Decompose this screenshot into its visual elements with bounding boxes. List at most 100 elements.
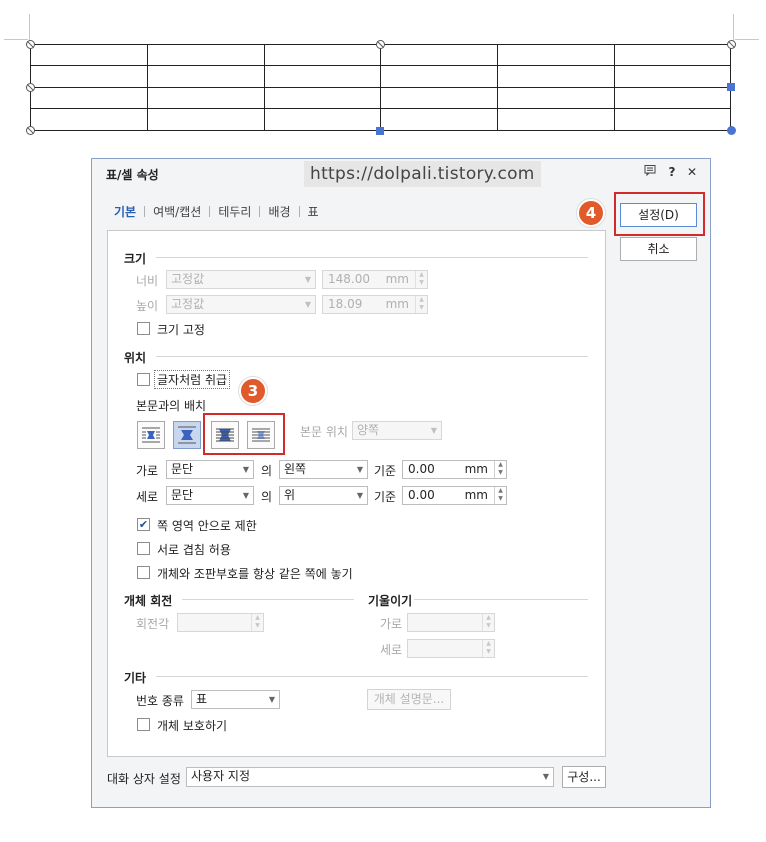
horizontal-ref-value: 문단 [171,462,194,476]
tab-bar: 기본 여백/캡션 테두리 배경 표 [114,203,319,223]
table-handle-top-left[interactable] [26,40,35,49]
size-fix-checkbox[interactable] [137,322,150,335]
size-section-divider [156,257,588,258]
wrap-topbottom-button[interactable] [173,421,201,449]
horizontal-offset-unit: mm [464,462,488,476]
spin-arrows-icon[interactable]: ▲ ▼ [251,614,263,631]
configure-button[interactable]: 구성... [562,766,606,788]
chevron-down-icon: ▼ [242,491,249,500]
skew-vertical-field[interactable]: ▲ ▼ [407,639,495,658]
allow-overlap-checkbox[interactable] [137,542,150,555]
horizontal-align-select[interactable]: 왼쪽 ▼ [279,460,368,479]
dialog-settings-value: 사용자 지정 [191,769,251,783]
margin-guide-right-v [733,14,734,42]
height-value-field[interactable]: 18.09 mm ▲ ▼ [322,295,428,314]
step-badge-4: 4 [577,199,605,227]
dialog-settings-select[interactable]: 사용자 지정 ▼ [186,767,554,787]
tab-separator [259,206,261,217]
cancel-button[interactable]: 취소 [620,237,697,261]
horizontal-align-value: 왼쪽 [284,462,307,476]
spin-arrows-icon[interactable]: ▲ ▼ [482,614,494,631]
rotation-angle-field[interactable]: ▲ ▼ [177,613,264,632]
title-bar[interactable]: 표/셀 속성 https://dolpali.tistory.com ? ✕ [92,159,710,187]
object-description-button[interactable]: 개체 설명문... [367,689,451,710]
wrap-square-button[interactable] [137,421,165,449]
body-position-value: 양쪽 [357,423,380,437]
wrap-options-highlight [203,413,285,455]
number-type-label: 번호 종류 [136,694,184,708]
chevron-down-icon: ▼ [268,695,275,704]
spin-arrows-icon[interactable]: ▲ ▼ [494,461,506,478]
wrap-square-icon [142,427,160,443]
table-handle-mid-left[interactable] [26,83,35,92]
horizontal-basis-label: 기준 [374,464,397,478]
as-char-checkbox[interactable] [137,373,150,386]
body-position-select[interactable]: 양쪽 ▼ [352,421,442,440]
horizontal-offset-field[interactable]: 0.00 mm ▲ ▼ [402,460,507,479]
tab-separator [298,206,300,217]
height-value: 18.09 [328,297,363,311]
as-char-label: 글자처럼 취급 [154,370,231,389]
tab-background[interactable]: 배경 [268,203,290,220]
width-value-field[interactable]: 148.00 mm ▲ ▼ [322,270,428,289]
spin-arrows-icon[interactable]: ▲ ▼ [415,296,427,313]
etc-section-title: 기타 [124,671,147,685]
rotation-section-title: 개체 회전 [124,594,173,608]
table-handle-bottom-left[interactable] [26,126,35,135]
width-value: 148.00 [328,272,370,286]
size-fix-label: 크기 고정 [157,323,205,337]
help-icon[interactable]: ? [664,164,680,180]
close-icon[interactable]: ✕ [684,164,700,180]
ok-button-highlight [614,192,705,236]
document-table[interactable] [30,44,731,131]
chevron-down-icon: ▼ [356,491,363,500]
tab-basic[interactable]: 기본 [114,203,136,220]
table-handle-mid-right[interactable] [727,83,735,91]
vertical-label: 세로 [136,490,159,504]
check-icon: ✔ [138,518,149,531]
allow-overlap-label: 서로 겹침 허용 [157,543,231,557]
margin-guide-left-v [29,14,30,42]
vertical-offset-field[interactable]: 0.00 mm ▲ ▼ [402,486,507,505]
tab-margin-caption[interactable]: 여백/캡션 [153,203,201,220]
number-type-select[interactable]: 표 ▼ [191,690,280,709]
position-section-divider [156,356,588,357]
protect-object-checkbox[interactable] [137,718,150,731]
body-position-label: 본문 위치 [300,425,348,439]
table-handle-top-mid[interactable] [376,40,385,49]
height-mode-select[interactable]: 고정값 ▼ [166,295,316,314]
dialog-title: 표/셀 속성 [106,168,159,182]
table-handle-top-right[interactable] [727,40,736,49]
comment-icon[interactable] [642,164,658,180]
skew-vertical-label: 세로 [380,643,403,657]
horizontal-ref-select[interactable]: 문단 ▼ [166,460,254,479]
same-page-label: 개체와 조판부호를 항상 같은 쪽에 놓기 [157,567,353,581]
tab-table[interactable]: 표 [308,203,319,220]
width-mode-value: 고정값 [171,272,205,286]
tab-border[interactable]: 테두리 [218,203,251,220]
height-unit: mm [385,297,409,311]
chevron-down-icon: ▼ [304,300,311,309]
spin-arrows-icon[interactable]: ▲ ▼ [415,271,427,288]
width-mode-select[interactable]: 고정값 ▼ [166,270,316,289]
dialog-settings-label: 대화 상자 설정 [107,772,181,786]
spin-arrows-icon[interactable]: ▲ ▼ [482,640,494,657]
table-handle-bottom-mid[interactable] [376,127,384,135]
chevron-down-icon: ▼ [542,772,549,781]
skew-horizontal-field[interactable]: ▲ ▼ [407,613,495,632]
vertical-align-select[interactable]: 위 ▼ [279,486,368,505]
chevron-down-icon: ▼ [242,465,249,474]
rotation-section-divider [182,599,354,600]
same-page-checkbox[interactable] [137,566,150,579]
limit-page-label: 쪽 영역 안으로 제한 [157,519,257,533]
skew-section-divider [414,599,588,600]
width-unit: mm [385,272,409,286]
margin-guide-right-h [735,39,759,40]
limit-page-checkbox[interactable]: ✔ [137,518,150,531]
position-section-title: 위치 [124,351,147,365]
table-handle-bottom-right[interactable] [727,126,736,135]
vertical-ref-value: 문단 [171,488,194,502]
spin-arrows-icon[interactable]: ▲ ▼ [494,487,506,504]
vertical-ref-select[interactable]: 문단 ▼ [166,486,254,505]
horizontal-of-label: 의 [261,464,273,478]
